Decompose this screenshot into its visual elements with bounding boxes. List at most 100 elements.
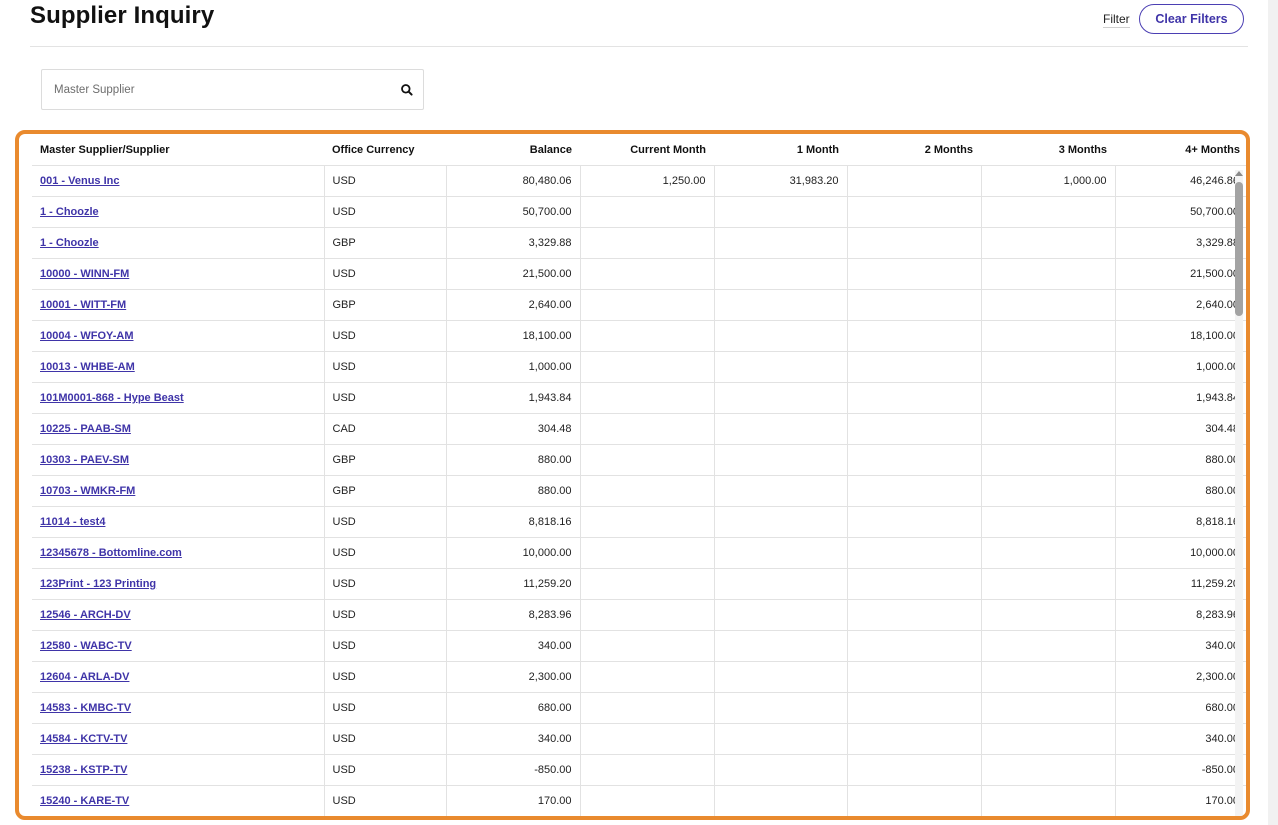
cell-1-month <box>714 227 848 259</box>
cell-office-currency: USD <box>324 599 447 631</box>
cell-balance: 8,818.16 <box>446 506 581 538</box>
supplier-link[interactable]: 11014 - test4 <box>40 516 105 528</box>
cell-2-months <box>847 444 982 476</box>
cell-balance: 3,329.88 <box>446 227 581 259</box>
cell-supplier: 12580 - WABC-TV <box>32 630 325 662</box>
cell-supplier: 12345678 - Bottomline.com <box>32 537 325 569</box>
cell-balance: 880.00 <box>446 475 581 507</box>
cell-2-months <box>847 258 982 290</box>
scroll-up-arrow-icon[interactable] <box>1235 171 1243 176</box>
cell-3-months <box>981 630 1116 662</box>
cell-1-month <box>714 444 848 476</box>
cell-office-currency: USD <box>324 506 447 538</box>
supplier-link[interactable]: 10013 - WHBE-AM <box>40 361 135 373</box>
filter-link[interactable]: Filter <box>1103 12 1130 28</box>
supplier-link[interactable]: 15240 - KARE-TV <box>40 795 129 807</box>
cell-2-months <box>847 289 982 321</box>
column-header-balance[interactable]: Balance <box>446 134 580 166</box>
cell-balance: 1,943.84 <box>446 382 581 414</box>
cell-supplier: 15240 - KARE-TV <box>32 785 325 816</box>
cell-supplier: 10013 - WHBE-AM <box>32 351 325 383</box>
supplier-link[interactable]: 001 - Venus Inc <box>40 175 119 187</box>
cell-4-plus-months: 340.00 <box>1115 723 1246 755</box>
table-row: 12546 - ARCH-DV USD 8,283.96 8,283.96 <box>32 599 1246 631</box>
cell-current-month <box>580 320 715 352</box>
cell-supplier: 10303 - PAEV-SM <box>32 444 325 476</box>
supplier-link[interactable]: 10225 - PAAB-SM <box>40 423 131 435</box>
cell-current-month <box>580 754 715 786</box>
cell-balance: 2,640.00 <box>446 289 581 321</box>
table-row: 10703 - WMKR-FM GBP 880.00 880.00 <box>32 475 1246 507</box>
cell-current-month <box>580 444 715 476</box>
cell-4-plus-months: 680.00 <box>1115 692 1246 724</box>
cell-4-plus-months: 2,640.00 <box>1115 289 1246 321</box>
cell-2-months <box>847 227 982 259</box>
supplier-link[interactable]: 1 - Choozle <box>40 237 99 249</box>
column-header-1-month[interactable]: 1 Month <box>714 134 847 166</box>
cell-4-plus-months: 1,943.84 <box>1115 382 1246 414</box>
supplier-link[interactable]: 10000 - WINN-FM <box>40 268 129 280</box>
cell-1-month <box>714 258 848 290</box>
page-scroll-gutter <box>1268 0 1278 825</box>
cell-1-month <box>714 320 848 352</box>
cell-office-currency: USD <box>324 165 447 197</box>
column-header-4-plus-months[interactable]: 4+ Months <box>1115 134 1246 166</box>
cell-office-currency: USD <box>324 785 447 816</box>
supplier-link[interactable]: 123Print - 123 Printing <box>40 578 156 590</box>
cell-4-plus-months: 304.48 <box>1115 413 1246 445</box>
supplier-link[interactable]: 12604 - ARLA-DV <box>40 671 129 683</box>
supplier-link[interactable]: 14584 - KCTV-TV <box>40 733 127 745</box>
supplier-link[interactable]: 10001 - WITT-FM <box>40 299 126 311</box>
supplier-link[interactable]: 10004 - WFOY-AM <box>40 330 134 342</box>
cell-current-month <box>580 661 715 693</box>
cell-4-plus-months: -850.00 <box>1115 754 1246 786</box>
cell-1-month <box>714 413 848 445</box>
cell-balance: 2,300.00 <box>446 661 581 693</box>
column-header-office-currency[interactable]: Office Currency <box>324 134 446 166</box>
cell-supplier: 10000 - WINN-FM <box>32 258 325 290</box>
cell-2-months <box>847 413 982 445</box>
cell-current-month <box>580 785 715 816</box>
cell-balance: 340.00 <box>446 723 581 755</box>
cell-balance: 11,259.20 <box>446 568 581 600</box>
column-header-supplier[interactable]: Master Supplier/Supplier <box>32 134 324 166</box>
supplier-link[interactable]: 10703 - WMKR-FM <box>40 485 135 497</box>
cell-3-months <box>981 351 1116 383</box>
cell-supplier: 123Print - 123 Printing <box>32 568 325 600</box>
column-header-current-month[interactable]: Current Month <box>580 134 714 166</box>
cell-supplier: 14584 - KCTV-TV <box>32 723 325 755</box>
cell-office-currency: CAD <box>324 413 447 445</box>
table-scrollbar-thumb[interactable] <box>1235 182 1243 316</box>
supplier-link[interactable]: 15238 - KSTP-TV <box>40 764 127 776</box>
column-header-3-months[interactable]: 3 Months <box>981 134 1115 166</box>
supplier-link[interactable]: 1 - Choozle <box>40 206 99 218</box>
column-header-2-months[interactable]: 2 Months <box>847 134 981 166</box>
table-row: 14583 - KMBC-TV USD 680.00 680.00 <box>32 692 1246 724</box>
page-header: Supplier Inquiry Filter Clear Filters <box>30 0 1248 47</box>
cell-4-plus-months: 46,246.86 <box>1115 165 1246 197</box>
cell-supplier: 12604 - ARLA-DV <box>32 661 325 693</box>
supplier-link[interactable]: 10303 - PAEV-SM <box>40 454 129 466</box>
supplier-link[interactable]: 12546 - ARCH-DV <box>40 609 131 621</box>
cell-1-month <box>714 630 848 662</box>
table-row: 12580 - WABC-TV USD 340.00 340.00 <box>32 630 1246 662</box>
master-supplier-search-input[interactable] <box>54 80 374 100</box>
search-icon[interactable] <box>400 83 414 97</box>
clear-filters-button[interactable]: Clear Filters <box>1139 4 1244 34</box>
cell-current-month <box>580 475 715 507</box>
cell-4-plus-months: 880.00 <box>1115 444 1246 476</box>
cell-balance: 304.48 <box>446 413 581 445</box>
cell-2-months <box>847 537 982 569</box>
supplier-link[interactable]: 101M0001-868 - Hype Beast <box>40 392 184 404</box>
cell-4-plus-months: 8,283.96 <box>1115 599 1246 631</box>
cell-3-months <box>981 785 1116 816</box>
cell-2-months <box>847 506 982 538</box>
cell-office-currency: USD <box>324 754 447 786</box>
table-row: 10004 - WFOY-AM USD 18,100.00 18,100.00 <box>32 320 1246 352</box>
cell-2-months <box>847 754 982 786</box>
supplier-link[interactable]: 14583 - KMBC-TV <box>40 702 131 714</box>
table-row: 123Print - 123 Printing USD 11,259.20 11,25… <box>32 568 1246 600</box>
cell-current-month <box>580 258 715 290</box>
supplier-link[interactable]: 12580 - WABC-TV <box>40 640 132 652</box>
supplier-link[interactable]: 12345678 - Bottomline.com <box>40 547 182 559</box>
